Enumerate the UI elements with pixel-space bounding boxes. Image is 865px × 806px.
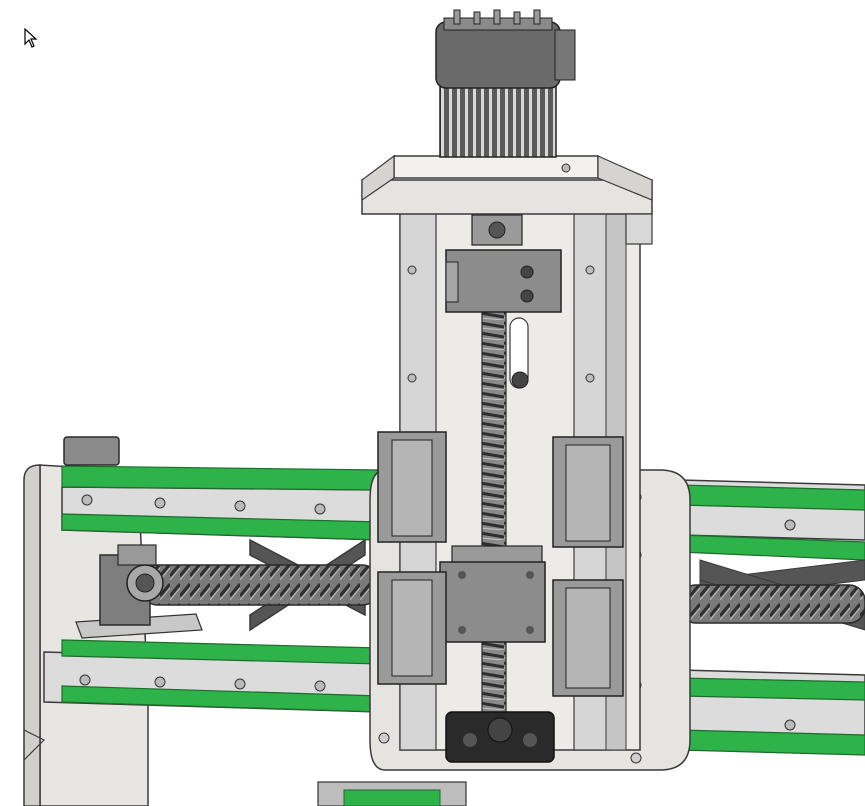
upper-x-beam: [61, 436, 381, 541]
linear-block-lower-left: [377, 571, 447, 685]
x-ball-screw-left: [139, 564, 381, 606]
z-ball-nut-block: [439, 545, 546, 643]
mouse-pointer-icon: [24, 28, 38, 48]
cad-viewport[interactable]: [0, 0, 865, 806]
linear-block-lower-right: [552, 579, 624, 697]
lower-x-beam: [43, 639, 381, 713]
linear-block-upper-left: [377, 431, 447, 543]
bottom-partial-component: [317, 781, 467, 806]
z-ball-screw: [481, 299, 507, 741]
z-bearing-block-bottom: [445, 711, 555, 763]
linear-block-upper-right: [552, 436, 624, 548]
spindle-motor: [435, 9, 576, 158]
right-x-beam: [679, 479, 865, 756]
